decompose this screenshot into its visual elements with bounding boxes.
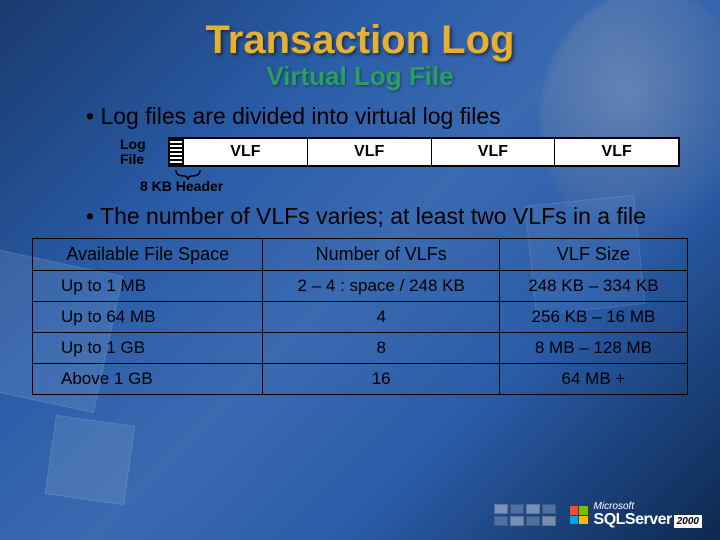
table-header: Available File Space (33, 239, 263, 271)
table-cell: 2 – 4 : space / 248 KB (263, 271, 499, 302)
vlf-size-table: Available File Space Number of VLFs VLF … (32, 238, 688, 395)
slide-title: Transaction Log (32, 18, 688, 63)
table-row: Above 1 GB 16 64 MB + (33, 364, 688, 395)
footer-blocks-icon (494, 504, 556, 526)
bullet-1: Log files are divided into virtual log f… (32, 102, 688, 131)
vlf-bar: VLF VLF VLF VLF (168, 137, 680, 167)
microsoft-flag-icon (570, 506, 588, 524)
table-row: Up to 1 MB 2 – 4 : space / 248 KB 248 KB… (33, 271, 688, 302)
logo-text: Microsoft SQLServer2000 (594, 502, 702, 528)
slide-container: Transaction Log Virtual Log File Log fil… (0, 0, 720, 540)
table-cell: 8 (263, 333, 499, 364)
table-cell: 8 MB – 128 MB (499, 333, 687, 364)
table-cell: 16 (263, 364, 499, 395)
table-cell: 256 KB – 16 MB (499, 302, 687, 333)
table-header: Number of VLFs (263, 239, 499, 271)
table-cell: Up to 64 MB (33, 302, 263, 333)
table-header: VLF Size (499, 239, 687, 271)
header-caption: 8 KB Header (140, 178, 688, 194)
brand-big: SQLServer (594, 511, 672, 528)
brace-icon (168, 168, 208, 180)
sql-server-logo: Microsoft SQLServer2000 (570, 502, 702, 528)
table-cell: Above 1 GB (33, 364, 263, 395)
table-cell: 64 MB + (499, 364, 687, 395)
table-row: Up to 1 GB 8 8 MB – 128 MB (33, 333, 688, 364)
slide-content: Log files are divided into virtual log f… (32, 102, 688, 395)
table-cell: Up to 1 GB (33, 333, 263, 364)
vlf-segment: VLF (184, 139, 308, 165)
vlf-segment: VLF (555, 139, 678, 165)
log-file-diagram: Log File VLF VLF VLF VLF (120, 137, 680, 168)
vlf-segment: VLF (432, 139, 556, 165)
table-cell: 4 (263, 302, 499, 333)
table-row: Up to 64 MB 4 256 KB – 16 MB (33, 302, 688, 333)
vlf-header-stripe (170, 139, 184, 165)
slide-subtitle: Virtual Log File (32, 61, 688, 92)
log-file-label: Log File (120, 137, 168, 168)
bullet-2: The number of VLFs varies; at least two … (32, 202, 688, 231)
vlf-segment: VLF (308, 139, 432, 165)
table-cell: 248 KB – 334 KB (499, 271, 687, 302)
footer-branding: Microsoft SQLServer2000 (494, 502, 702, 528)
table-header-row: Available File Space Number of VLFs VLF … (33, 239, 688, 271)
table-cell: Up to 1 MB (33, 271, 263, 302)
brand-year: 2000 (674, 515, 702, 528)
